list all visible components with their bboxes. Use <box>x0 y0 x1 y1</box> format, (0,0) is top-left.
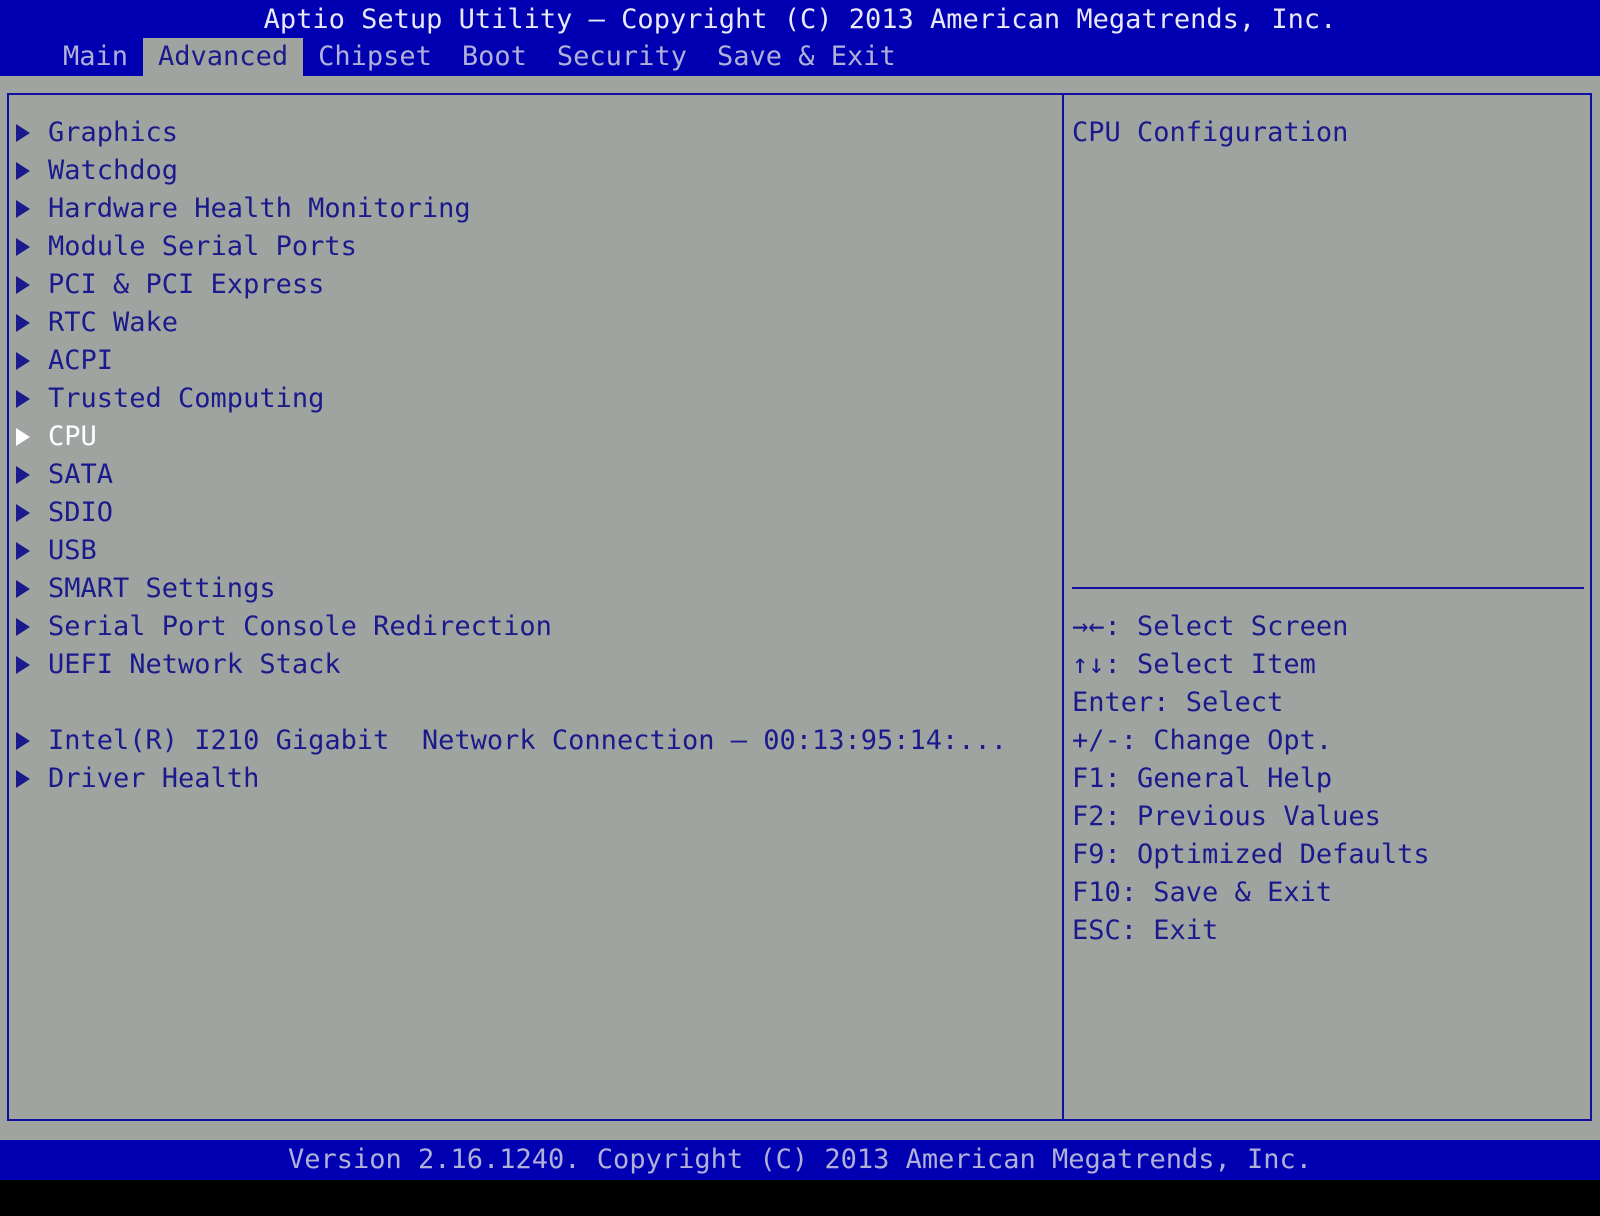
menu-item-sata[interactable]: SATA <box>14 456 1054 494</box>
menu-item-label: Trusted Computing <box>48 383 325 414</box>
submenu-arrow-icon <box>16 656 30 674</box>
menu-item-sdio[interactable]: SDIO <box>14 494 1054 532</box>
tab-bar: Main Advanced Chipset Boot Security Save… <box>48 38 911 76</box>
menu-item-label: USB <box>48 535 97 566</box>
submenu-arrow-icon <box>16 504 30 522</box>
key-help-esc: ESC: Exit <box>1072 915 1219 946</box>
submenu-arrow-icon <box>16 276 30 294</box>
menu-item-label: Hardware Health Monitoring <box>48 193 471 224</box>
menu-item-label: Driver Health <box>48 763 260 794</box>
menu-item-acpi[interactable]: ACPI <box>14 342 1054 380</box>
menu-item-label: Watchdog <box>48 155 179 186</box>
menu-item-watchdog[interactable]: Watchdog <box>14 152 1054 190</box>
tab-save-exit[interactable]: Save & Exit <box>702 38 911 76</box>
submenu-arrow-icon <box>16 580 30 598</box>
bios-screen: Aptio Setup Utility – Copyright (C) 2013… <box>0 0 1600 1216</box>
menu-spacer <box>14 684 1054 722</box>
menu-item-smart-settings[interactable]: SMART Settings <box>14 570 1054 608</box>
submenu-arrow-icon <box>16 314 30 332</box>
key-help-list: →←: Select Screen ↑↓: Select Item Enter:… <box>1072 608 1430 950</box>
submenu-arrow-icon <box>16 390 30 408</box>
menu-item-hardware-health-monitoring[interactable]: Hardware Health Monitoring <box>14 190 1054 228</box>
submenu-arrow-icon <box>16 770 30 788</box>
main-panel: Graphics Watchdog Hardware Health Monito… <box>0 76 1600 1140</box>
key-help-f9: F9: Optimized Defaults <box>1072 839 1430 870</box>
top-bar: Aptio Setup Utility – Copyright (C) 2013… <box>0 0 1600 76</box>
help-description: CPU Configuration <box>1072 117 1349 148</box>
menu-item-label: ACPI <box>48 345 114 376</box>
menu-item-serial-port-console-redirection[interactable]: Serial Port Console Redirection <box>14 608 1054 646</box>
vertical-divider <box>1062 93 1064 1121</box>
key-help-f10: F10: Save & Exit <box>1072 877 1333 908</box>
menu-item-label: Graphics <box>48 117 179 148</box>
submenu-arrow-icon <box>16 352 30 370</box>
submenu-arrow-icon <box>16 618 30 636</box>
advanced-menu-list: Graphics Watchdog Hardware Health Monito… <box>14 114 1054 798</box>
key-help-change-opt: +/-: Change Opt. <box>1072 725 1333 756</box>
menu-item-driver-health[interactable]: Driver Health <box>14 760 1054 798</box>
submenu-arrow-icon <box>16 466 30 484</box>
tab-main[interactable]: Main <box>48 38 143 76</box>
menu-item-label: SATA <box>48 459 114 490</box>
key-help-select-screen: →←: Select Screen <box>1072 611 1349 642</box>
submenu-arrow-icon <box>16 542 30 560</box>
submenu-arrow-icon <box>16 428 30 446</box>
menu-item-label: Serial Port Console Redirection <box>48 611 552 642</box>
menu-item-usb[interactable]: USB <box>14 532 1054 570</box>
tab-boot[interactable]: Boot <box>447 38 542 76</box>
tab-chipset[interactable]: Chipset <box>303 38 447 76</box>
menu-item-label: SMART Settings <box>48 573 276 604</box>
submenu-arrow-icon <box>16 238 30 256</box>
menu-item-label: CPU <box>48 421 97 452</box>
version-text: Version 2.16.1240. Copyright (C) 2013 Am… <box>287 1144 1313 1175</box>
menu-item-label: Module Serial Ports <box>48 231 357 262</box>
menu-item-intel-i210-network[interactable]: Intel(R) I210 Gigabit Network Connection… <box>14 722 1054 760</box>
tab-security[interactable]: Security <box>542 38 702 76</box>
submenu-arrow-icon <box>16 732 30 750</box>
key-help-f2: F2: Previous Values <box>1072 801 1381 832</box>
menu-item-uefi-network-stack[interactable]: UEFI Network Stack <box>14 646 1054 684</box>
menu-item-cpu[interactable]: CPU <box>14 418 1054 456</box>
menu-item-label: Intel(R) I210 Gigabit Network Connection… <box>48 725 1008 756</box>
menu-item-label: RTC Wake <box>48 307 179 338</box>
bottom-bar: Version 2.16.1240. Copyright (C) 2013 Am… <box>0 1140 1600 1180</box>
menu-item-graphics[interactable]: Graphics <box>14 114 1054 152</box>
menu-item-label: PCI & PCI Express <box>48 269 325 300</box>
utility-title: Aptio Setup Utility – Copyright (C) 2013… <box>263 4 1337 35</box>
submenu-arrow-icon <box>16 200 30 218</box>
help-divider <box>1072 587 1584 589</box>
key-help-select-item: ↑↓: Select Item <box>1072 649 1316 680</box>
key-help-enter: Enter: Select <box>1072 687 1284 718</box>
tab-advanced[interactable]: Advanced <box>143 38 304 76</box>
menu-item-label: UEFI Network Stack <box>48 649 341 680</box>
menu-item-module-serial-ports[interactable]: Module Serial Ports <box>14 228 1054 266</box>
menu-item-pci-express[interactable]: PCI & PCI Express <box>14 266 1054 304</box>
menu-item-trusted-computing[interactable]: Trusted Computing <box>14 380 1054 418</box>
submenu-arrow-icon <box>16 124 30 142</box>
submenu-arrow-icon <box>16 162 30 180</box>
key-help-f1: F1: General Help <box>1072 763 1333 794</box>
menu-item-label: SDIO <box>48 497 114 528</box>
menu-item-rtc-wake[interactable]: RTC Wake <box>14 304 1054 342</box>
